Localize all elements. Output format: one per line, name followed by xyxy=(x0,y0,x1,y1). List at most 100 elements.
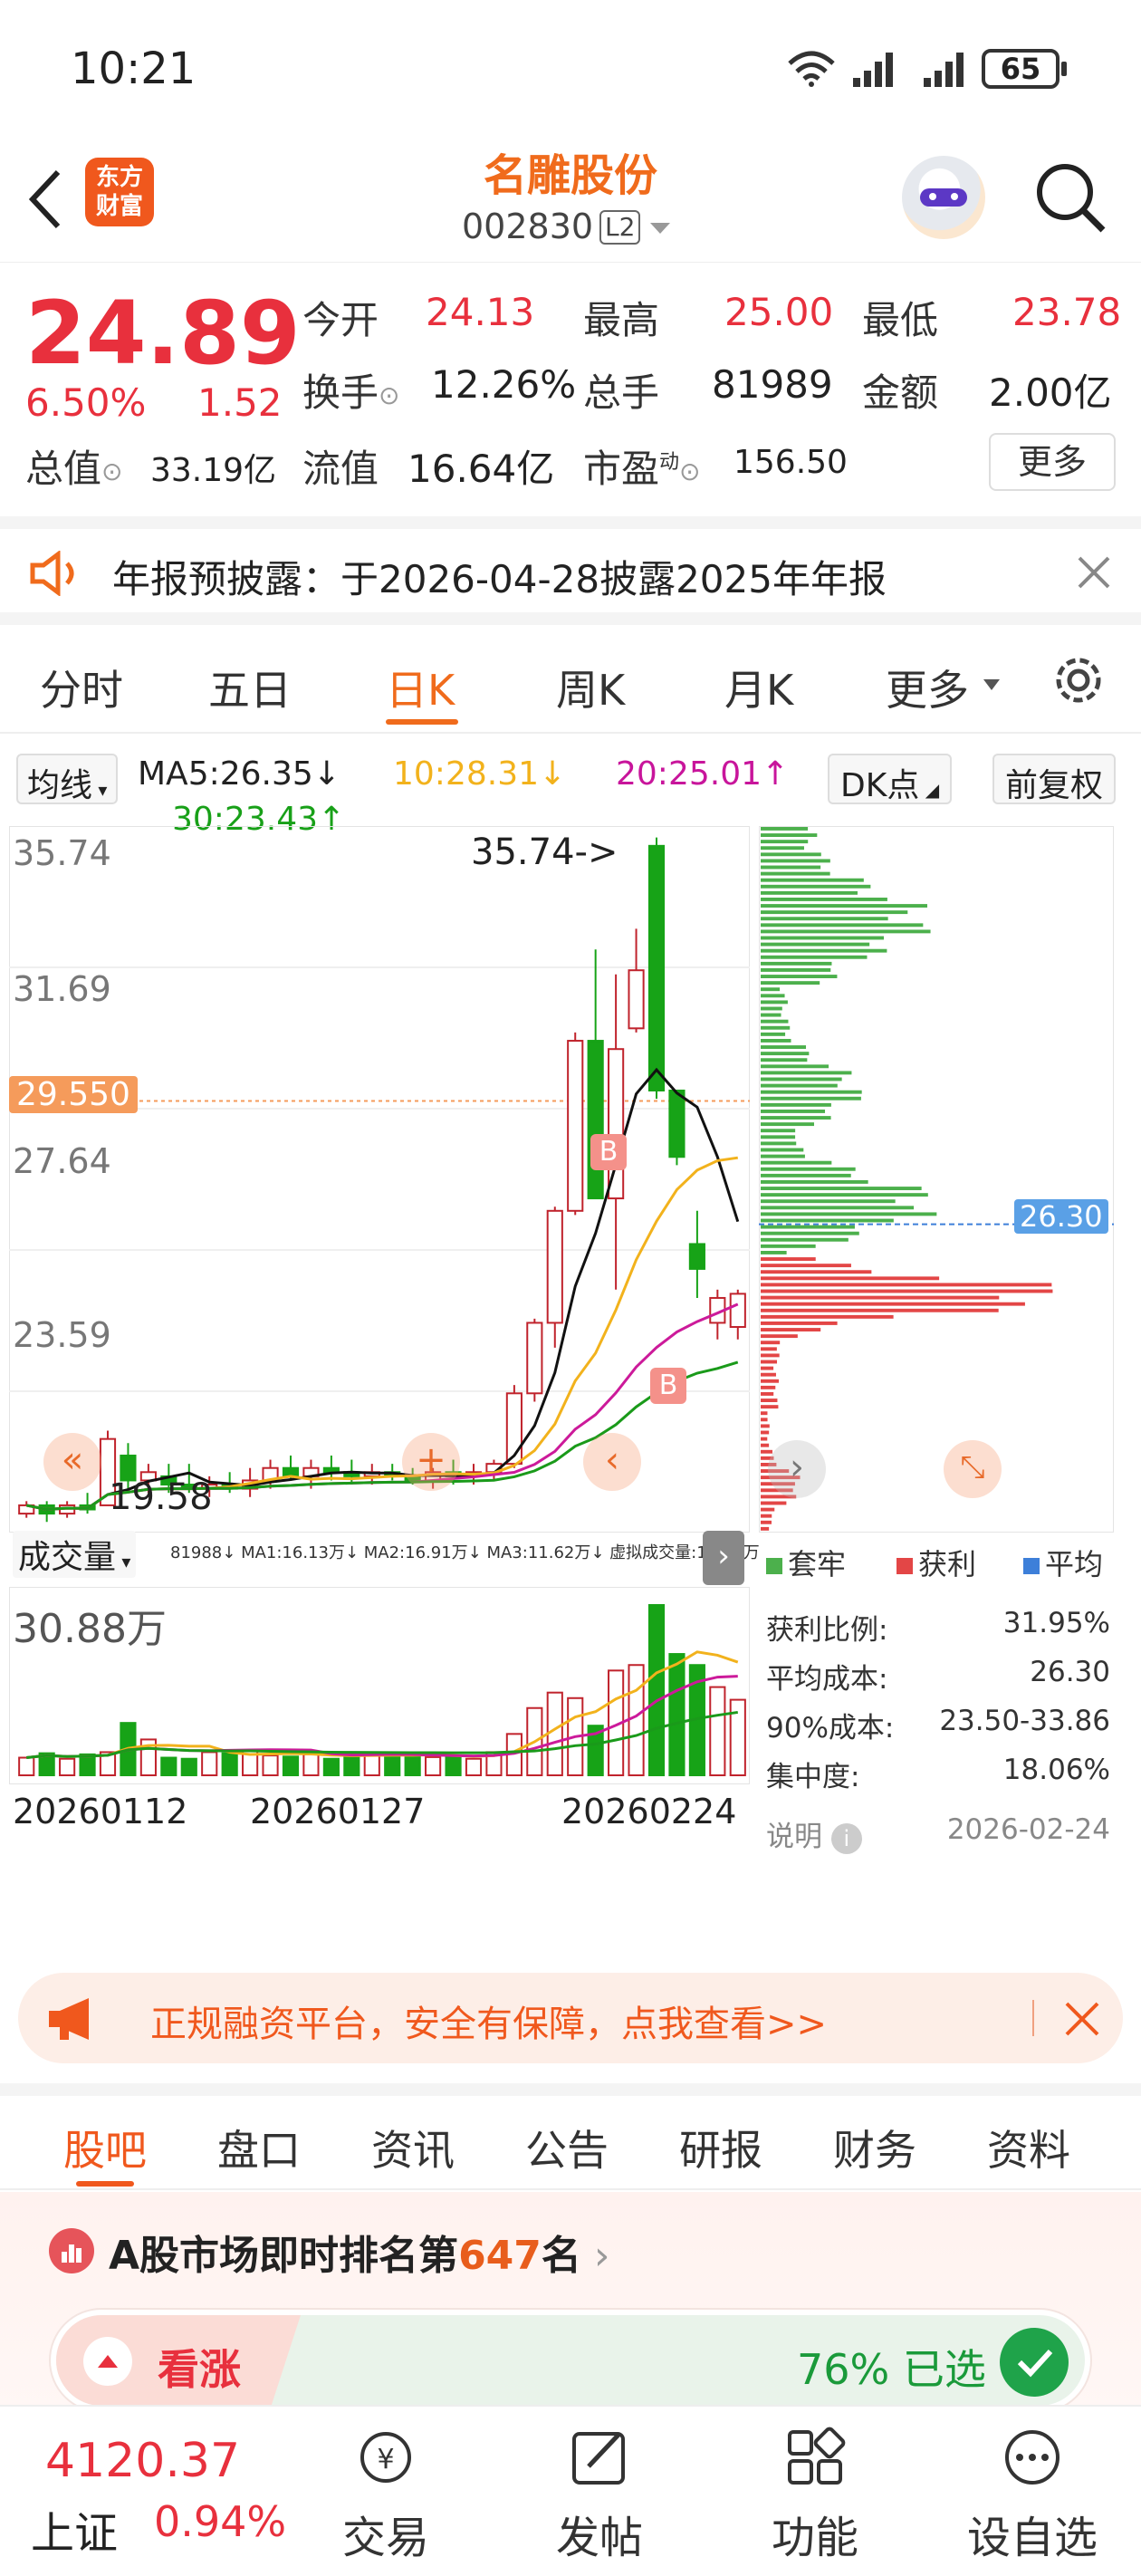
chip-bar-trapped xyxy=(761,833,818,837)
open-label: 今开 xyxy=(302,298,379,342)
indicator-selector[interactable]: 成交量 ▾ xyxy=(13,1531,137,1578)
tab-weekly-k[interactable]: 周K xyxy=(556,658,625,717)
settings-gear-icon[interactable] xyxy=(1047,649,1110,712)
post-label[interactable]: 发帖 xyxy=(518,2502,681,2565)
chip-bar-trapped xyxy=(761,1102,831,1107)
function-label[interactable]: 功能 xyxy=(734,2502,896,2565)
logo-text-2: 财富 xyxy=(95,193,143,220)
rank-chart-icon xyxy=(49,2228,94,2273)
chip-bar-trapped xyxy=(761,1199,896,1204)
float-cap-label: 流值 xyxy=(302,447,379,491)
y-label-4: 23.59 xyxy=(13,1315,111,1355)
change-value: 1.52 xyxy=(197,380,283,425)
ma-selector-label: 均线 xyxy=(27,767,93,804)
chip-bar-profit xyxy=(761,1334,798,1339)
index-value[interactable]: 4120.37 xyxy=(45,2434,240,2488)
tab-monthly-k[interactable]: 月K xyxy=(724,658,793,717)
apps-icon[interactable] xyxy=(734,2425,896,2490)
more-dots-icon[interactable] xyxy=(951,2425,1114,2490)
close-icon[interactable] xyxy=(1063,2000,1101,2038)
legend-swatch xyxy=(766,1558,782,1574)
notice-bar[interactable]: 年报预披露：于2026-04-28披露2025年年报 xyxy=(0,516,1141,625)
add-watchlist-label[interactable]: 设自选 xyxy=(951,2502,1114,2565)
tab-more[interactable]: 更多 xyxy=(886,658,969,717)
cost-90-label: 90%成本: xyxy=(766,1712,895,1745)
tab-profile[interactable]: 资料 xyxy=(987,2118,1070,2177)
market-cap-value: 33.19亿 xyxy=(150,452,277,489)
tab-pankou[interactable]: 盘口 xyxy=(217,2118,301,2177)
edit-icon[interactable] xyxy=(518,2425,681,2490)
ma-selector[interactable]: 均线 ▾ xyxy=(16,754,119,804)
market-cap-label: 总值⊙ xyxy=(25,438,122,494)
high-label: 最高 xyxy=(583,298,660,342)
tab-intraday[interactable]: 分时 xyxy=(40,658,123,717)
tab-finance[interactable]: 财务 xyxy=(833,2118,916,2177)
chip-bar-profit xyxy=(761,1302,1025,1306)
last-price: 24.89 xyxy=(25,283,301,384)
expand-icon[interactable]: ⤡ xyxy=(944,1440,1002,1498)
megaphone-icon xyxy=(49,1998,89,2040)
avg-cost-value: 26.30 xyxy=(1030,1656,1110,1688)
amount-label: 金额 xyxy=(862,370,939,415)
chip-bar-trapped xyxy=(761,1212,937,1216)
rank-text[interactable]: A股市场即时排名第647名 › xyxy=(109,2223,610,2281)
kline-chart[interactable] xyxy=(9,826,750,1533)
index-change: 0.94% xyxy=(154,2497,287,2546)
app-logo[interactable]: 东方 财富 xyxy=(85,158,154,226)
scroll-left-button[interactable]: ‹ xyxy=(583,1433,641,1491)
volume-bar xyxy=(180,1757,197,1776)
chip-bar-trapped xyxy=(761,1006,782,1011)
rank-text-pre: A股市场即时排名第 xyxy=(109,2233,459,2279)
chip-bar-trapped xyxy=(761,865,821,870)
volume-chart[interactable] xyxy=(9,1587,750,1784)
robot-assistant-icon[interactable] xyxy=(902,156,985,239)
close-icon[interactable] xyxy=(1074,553,1114,592)
candle-body xyxy=(647,844,666,1092)
chip-bar-trapped xyxy=(761,1045,807,1049)
trade-icon[interactable]: ¥ xyxy=(304,2425,467,2490)
chip-bar-profit xyxy=(761,1314,894,1319)
chip-bar-profit xyxy=(761,1372,776,1377)
svg-text:¥: ¥ xyxy=(377,2444,394,2475)
promo-banner[interactable]: 正规融资平台，安全有保障，点我查看>> xyxy=(18,1973,1123,2063)
tab-five-day[interactable]: 五日 xyxy=(208,658,292,717)
low-label: 最低 xyxy=(862,298,939,342)
stock-name: 名雕股份 xyxy=(483,150,657,201)
tab-research[interactable]: 研报 xyxy=(679,2118,762,2177)
status-bar: 10:21 65 xyxy=(0,0,1141,136)
search-icon[interactable] xyxy=(1032,159,1108,235)
chip-next-button[interactable]: › xyxy=(768,1440,826,1498)
chip-bar-profit xyxy=(761,1443,770,1447)
chevron-down-icon[interactable] xyxy=(648,219,672,237)
chip-distribution-chart[interactable] xyxy=(759,826,1114,1533)
trade-label[interactable]: 交易 xyxy=(304,2502,467,2565)
active-tab-indicator xyxy=(386,719,458,725)
volume-bar xyxy=(425,1755,442,1777)
chevron-right-icon[interactable]: › xyxy=(703,1531,744,1585)
volume-ma-line: 81988↓ MA1:16.13万↓ MA2:16.91万↓ MA3:11.62… xyxy=(170,1543,760,1562)
zoom-in-button[interactable]: + xyxy=(402,1433,460,1491)
stock-code: 002830 xyxy=(462,207,594,246)
rank-section: A股市场即时排名第647名 › 看涨 76% 已选 xyxy=(0,2192,1141,2411)
back-icon[interactable] xyxy=(22,163,67,235)
legend-swatch xyxy=(1023,1558,1040,1574)
more-button[interactable]: 更多 xyxy=(989,433,1116,491)
dk-point-button[interactable]: DK点 ◢ xyxy=(828,754,953,804)
adjust-button[interactable]: 前复权 xyxy=(992,754,1117,804)
tab-guba[interactable]: 股吧 xyxy=(63,2118,147,2177)
tab-announcements[interactable]: 公告 xyxy=(525,2118,609,2177)
tab-daily-k[interactable]: 日K xyxy=(386,658,455,717)
period-tabs: 分时 五日 日K 周K 月K 更多 xyxy=(0,625,1141,734)
ma5-label: MA5:26.35↓ xyxy=(138,755,340,793)
chip-bar-trapped xyxy=(761,1244,816,1248)
info-icon: i xyxy=(830,1823,862,1854)
scroll-left-fast-button[interactable]: « xyxy=(43,1433,101,1491)
chip-bar-trapped xyxy=(761,1071,852,1075)
chip-bar-trapped xyxy=(761,1090,862,1094)
volume-value: 81989 xyxy=(712,362,833,407)
explain-link[interactable]: 说明 i xyxy=(766,1813,862,1854)
tab-news[interactable]: 资讯 xyxy=(371,2118,455,2177)
pe-dynamic-mark: 动 xyxy=(659,451,680,474)
chip-bar-profit xyxy=(761,1276,940,1281)
candle-body xyxy=(608,1048,625,1200)
